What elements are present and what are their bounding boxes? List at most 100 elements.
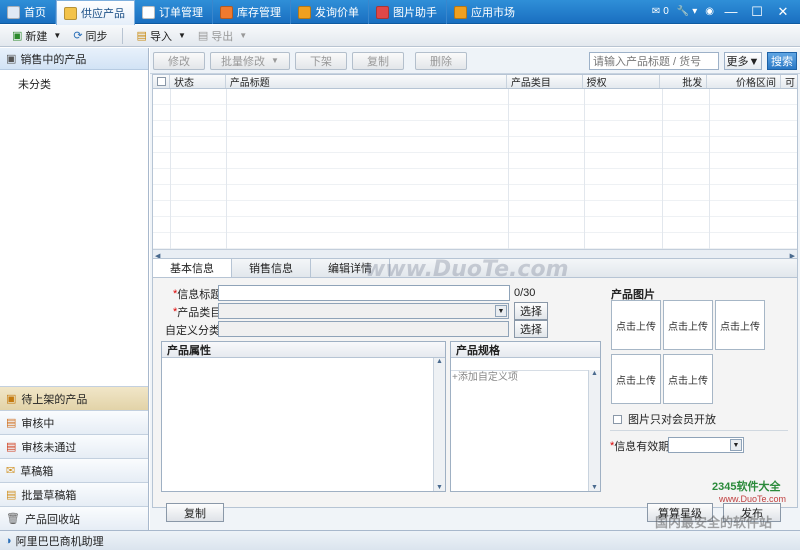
chat-icon[interactable]: ◉ (705, 6, 714, 17)
upload-image-slot[interactable]: 点击上传 (663, 354, 713, 404)
custom-category-input[interactable] (218, 321, 509, 337)
new-icon: ▣ (12, 30, 23, 42)
tab-supply-label: 供应产品 (81, 8, 125, 20)
sidebar-item-recycle-bin[interactable]: 🗑 产品回收站 (0, 506, 148, 530)
product-detail-panel: 基本信息 销售信息 编辑详情 * 信息标题: 0/30 * 产品类目: ▼ 选择… (152, 258, 798, 522)
trash-icon: 🗑 (6, 513, 20, 525)
reviewing-icon: ▤ (6, 417, 17, 429)
upload-image-slot[interactable]: 点击上传 (611, 354, 661, 404)
column-divider (170, 89, 171, 249)
product-table: 状态 产品标题 产品类目 授权 批发 价格区间 可 ◀ ▶ (152, 74, 798, 262)
select-category-button[interactable]: 选择 (514, 302, 548, 320)
rejected-icon: ▤ (6, 441, 17, 453)
tab-sales-info[interactable]: 销售信息 (232, 259, 311, 277)
delete-button[interactable]: 删除 (415, 51, 467, 70)
watermark-url: www.DuoTe.com (719, 494, 787, 504)
sidebar-item-label: 审核中 (21, 417, 55, 430)
sidebar-item-rejected[interactable]: ▤ 审核未通过 (0, 434, 148, 458)
tab-basic-info[interactable]: 基本信息 (153, 259, 232, 277)
export-button[interactable]: ▤ 导出 ▼ (194, 27, 251, 45)
minimize-button[interactable]: — (722, 3, 740, 21)
batch-modify-button[interactable]: 批量修改 ▼ (210, 51, 290, 70)
tab-home[interactable]: 首页 (0, 0, 56, 24)
tab-supply-products[interactable]: 供应产品 (56, 0, 135, 25)
column-divider (226, 89, 227, 249)
select-custom-category-button[interactable]: 选择 (514, 320, 548, 338)
tab-image-label: 图片助手 (393, 7, 437, 19)
select-all-checkbox[interactable] (157, 77, 166, 86)
chevron-down-icon[interactable]: ▼ (53, 31, 61, 40)
tools-menu[interactable]: 🔧 ▾ (677, 6, 697, 17)
tab-market-label: 应用市场 (471, 7, 515, 19)
add-custom-item-link[interactable]: +添加自定义项 (451, 370, 588, 384)
sidebar-item-reviewing[interactable]: ▤ 审核中 (0, 410, 148, 434)
col-category[interactable]: 产品类目 (507, 75, 583, 88)
sync-button[interactable]: ⟳ 同步 (69, 27, 111, 45)
chevron-down-icon: ▼ (730, 439, 742, 451)
upload-image-slot[interactable]: 点击上传 (611, 300, 661, 350)
attributes-scrollbar[interactable]: ▲ ▼ (433, 358, 445, 491)
copy-button[interactable]: 复制 (166, 503, 224, 522)
import-button[interactable]: ▤ 导入 ▼ (133, 27, 190, 45)
col-more[interactable]: 可 (781, 75, 797, 88)
search-button[interactable]: 搜索 (767, 51, 797, 70)
alibaba-logo-icon: ◑ (5, 534, 12, 547)
sidebar-bottom-list: ▣ 待上架的产品 ▤ 审核中 ▤ 审核未通过 ✉ 草稿箱 ▤ 批量草稿箱 🗑 产… (0, 386, 148, 530)
tab-image-assistant[interactable]: 图片助手 (369, 0, 447, 24)
chevron-down-icon[interactable]: ▼ (178, 31, 186, 40)
mail-count: 0 (663, 6, 669, 17)
sync-icon: ⟳ (73, 30, 83, 42)
scroll-down-icon[interactable]: ▼ (436, 484, 443, 491)
scroll-up-icon[interactable]: ▲ (436, 358, 443, 365)
more-button[interactable]: 更多▼ (724, 51, 762, 70)
market-icon (454, 5, 467, 19)
tab-stock-management[interactable]: 库存管理 (213, 0, 291, 24)
category-row: * 产品类目: (173, 304, 224, 320)
column-divider (584, 89, 585, 249)
chevron-down-icon: ▾ (692, 6, 698, 17)
category-select[interactable]: ▼ (218, 303, 509, 319)
copy-product-button[interactable]: 复制 (352, 51, 404, 70)
stock-icon (220, 5, 233, 19)
mail-indicator[interactable]: ✉ 0 (652, 6, 669, 17)
sync-label: 同步 (85, 30, 108, 43)
col-wholesale[interactable]: 批发 (660, 75, 708, 88)
specs-scrollbar[interactable]: ▲ ▼ (588, 370, 600, 491)
members-only-checkbox[interactable] (613, 414, 622, 424)
info-title-input[interactable] (218, 285, 510, 301)
tab-order-management[interactable]: 订单管理 (135, 0, 213, 24)
tab-inquiry[interactable]: 发询价单 (291, 0, 369, 24)
unlist-button[interactable]: 下架 (295, 51, 347, 70)
order-icon (142, 5, 155, 19)
search-input[interactable]: 请输入产品标题 / 货号 (589, 51, 719, 70)
maximize-button[interactable]: ☐ (748, 3, 766, 21)
uncategorized-label: 未分类 (18, 79, 51, 91)
watermark-center: www.DuoTe.com (365, 257, 569, 282)
sidebar-item-on-sale[interactable]: ▣ 销售中的产品 (0, 48, 148, 70)
sidebar-item-drafts[interactable]: ✉ 草稿箱 (0, 458, 148, 482)
close-button[interactable]: ✕ (774, 3, 792, 21)
specs-title: 产品规格 (451, 342, 600, 358)
upload-image-slot[interactable]: 点击上传 (663, 300, 713, 350)
modify-button[interactable]: 修改 (153, 51, 205, 70)
upload-image-slot[interactable]: 点击上传 (715, 300, 765, 350)
members-only-row: 图片只对会员开放 (613, 411, 716, 427)
main-content: 修改 批量修改 ▼ 下架 复制 删除 请输入产品标题 / 货号 更多▼ 搜索 状… (150, 48, 800, 530)
validity-select[interactable]: ▼ (668, 437, 744, 453)
sidebar-item-uncategorized[interactable]: 未分类 (0, 70, 148, 92)
scroll-up-icon[interactable]: ▲ (591, 370, 598, 377)
tab-order-label: 订单管理 (159, 7, 203, 19)
col-price-range[interactable]: 价格区间 (707, 75, 782, 88)
col-authorization[interactable]: 授权 (583, 75, 661, 88)
col-title[interactable]: 产品标题 (226, 75, 507, 88)
sidebar-item-batch-drafts[interactable]: ▤ 批量草稿箱 (0, 482, 148, 506)
scroll-down-icon[interactable]: ▼ (591, 484, 598, 491)
status-bar: ◑ 阿里巴巴商机助理 (0, 530, 800, 550)
new-button[interactable]: ▣ 新建 ▼ (8, 27, 65, 45)
sidebar-item-pending[interactable]: ▣ 待上架的产品 (0, 386, 148, 410)
tab-app-market[interactable]: 应用市场 (447, 0, 524, 24)
validity-label: 信息有效期: (614, 441, 673, 453)
batch-modify-label: 批量修改 (221, 55, 266, 68)
col-status[interactable]: 状态 (170, 75, 226, 88)
main-toolbar: ▣ 新建 ▼ ⟳ 同步 ▤ 导入 ▼ ▤ 导出 ▼ (0, 25, 800, 47)
